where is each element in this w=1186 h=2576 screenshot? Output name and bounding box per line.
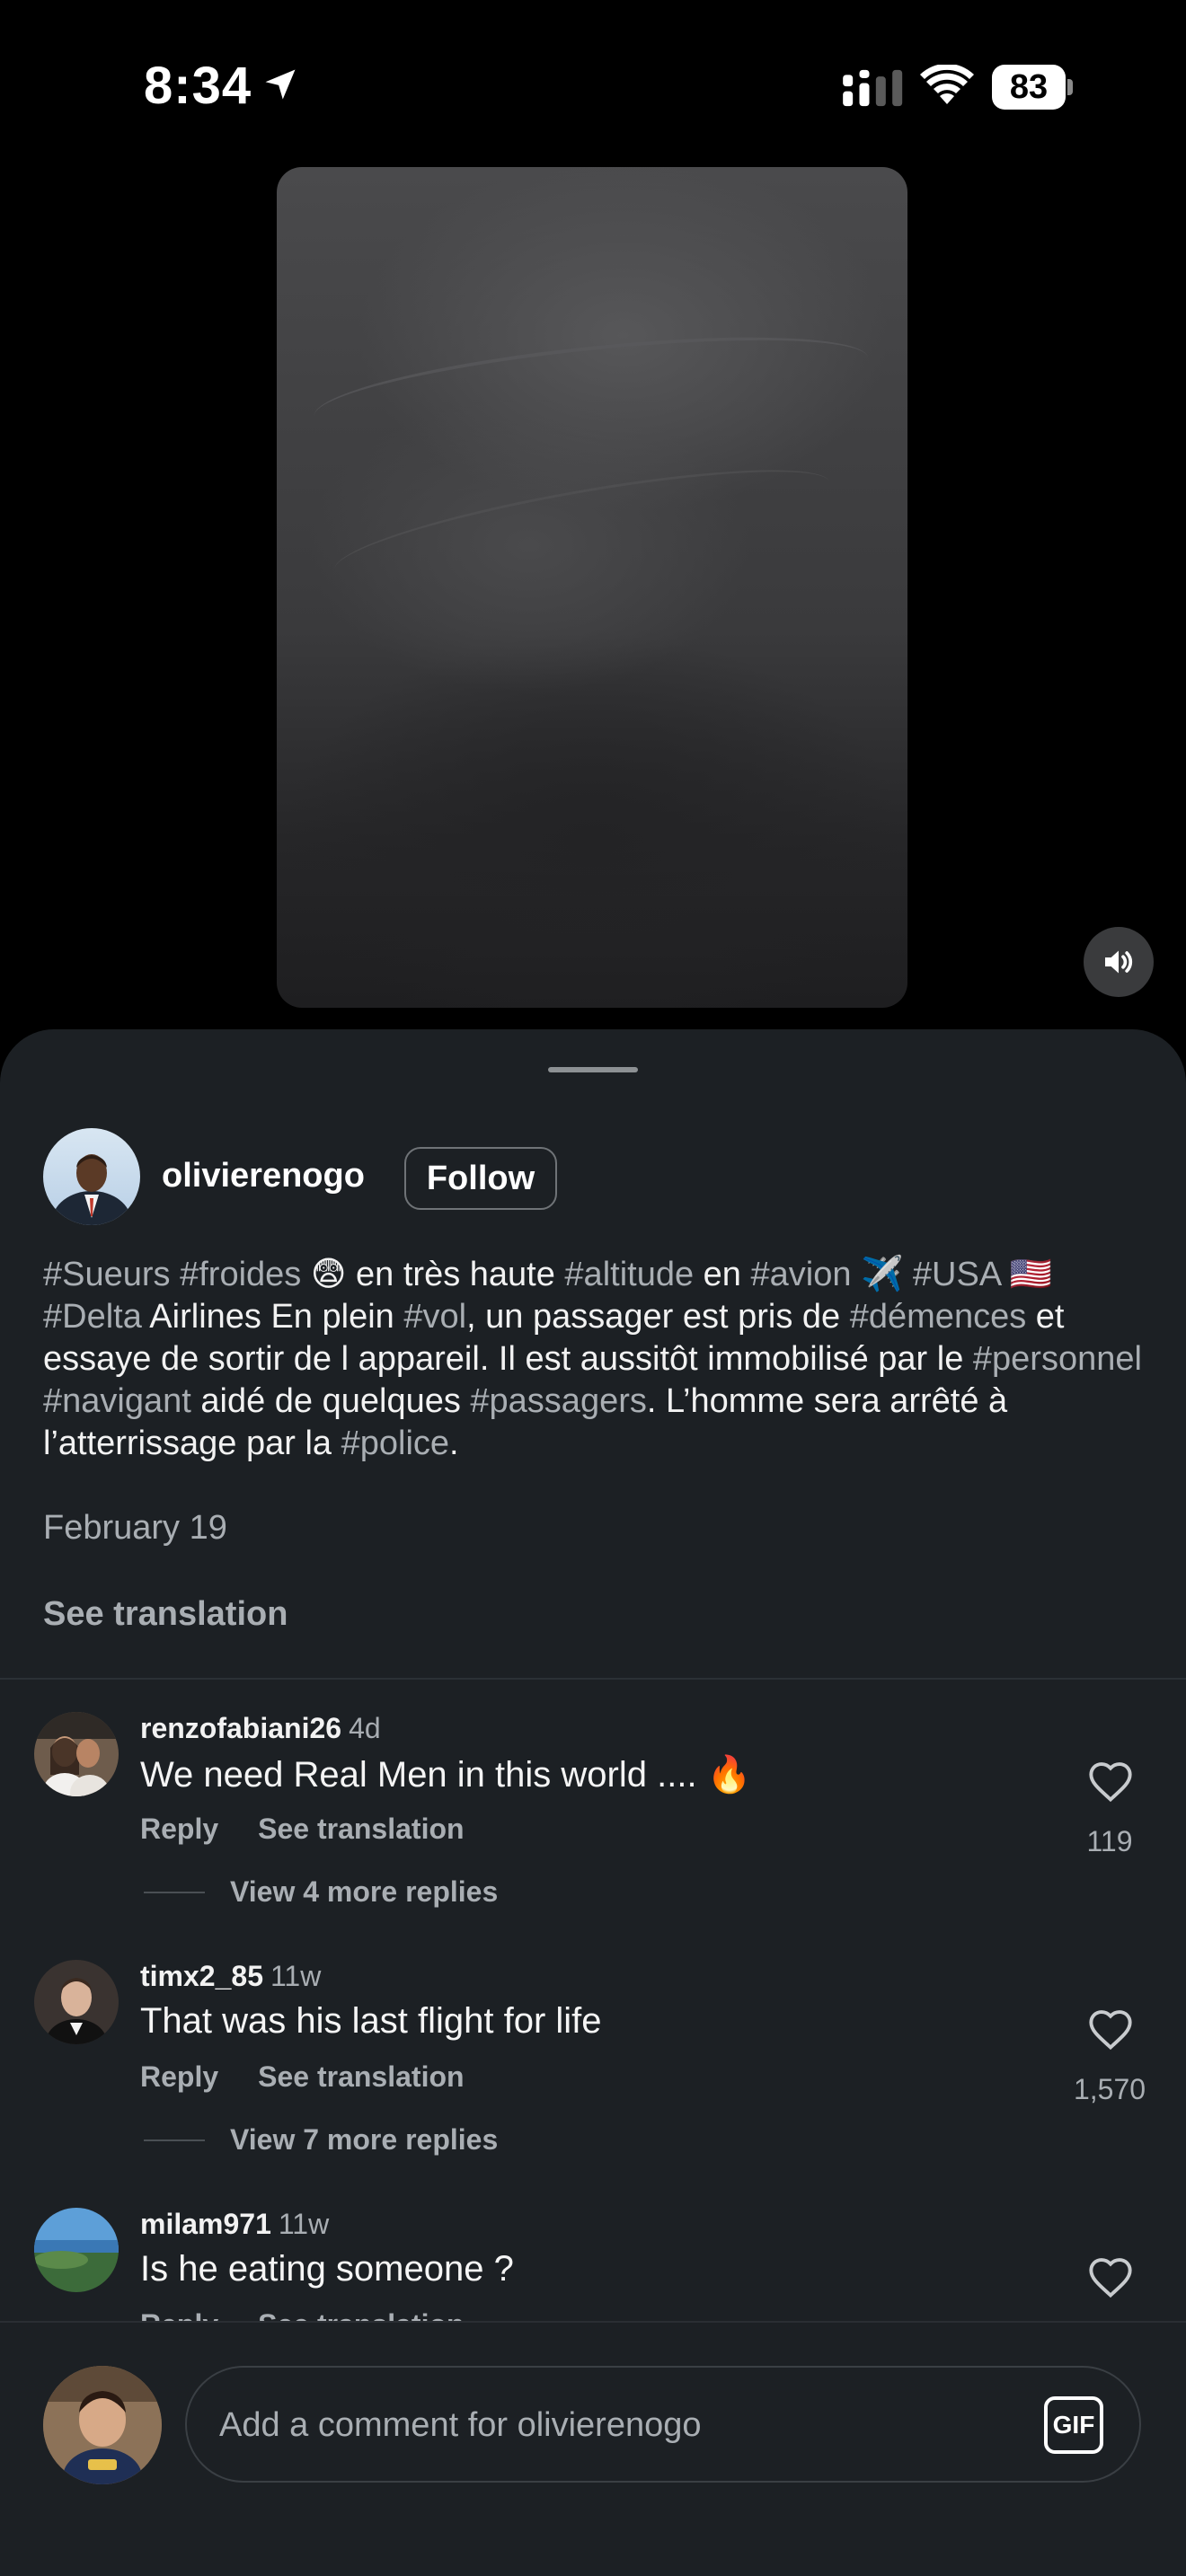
reply-button[interactable]: Reply [140, 2060, 218, 2093]
comment-item: renzofabiani26 4d We need Real Men in thi… [0, 1712, 1186, 1945]
caption-hashtag[interactable]: #froides [180, 1256, 301, 1293]
caption-text: aidé de quelques [190, 1382, 471, 1420]
caption-text [171, 1256, 181, 1293]
caption-hashtag[interactable]: #navigant [43, 1382, 191, 1420]
comment-actions: Reply See translation [140, 2060, 504, 2094]
caption-hashtag[interactable]: #altitude [564, 1256, 694, 1293]
commenter-avatar[interactable] [34, 2208, 119, 2292]
caption-text: , un passager est pris de [466, 1298, 850, 1336]
view-replies-label: View 4 more replies [230, 1875, 499, 1908]
comment-composer: GIF [0, 2321, 1186, 2576]
post-date: February 19 [43, 1509, 227, 1547]
signal-bars-icon [843, 69, 903, 107]
follow-button[interactable]: Follow [404, 1147, 557, 1210]
status-bar: 8:34 83 [0, 0, 1186, 171]
comment-item: timx2_85 11w That was his last flight for… [0, 1960, 1186, 2193]
caption-hashtag[interactable]: #passagers [470, 1382, 646, 1420]
comments-sheet: olivierenogo Follow #Sueurs #froides 😨 e… [0, 1029, 1186, 2576]
caption-text: en [694, 1256, 751, 1293]
commenter-avatar[interactable] [34, 1712, 119, 1796]
caption-hashtag[interactable]: #USA [913, 1256, 1000, 1293]
comment-username[interactable]: renzofabiani26 4d [140, 1712, 381, 1745]
author-avatar[interactable] [43, 1128, 140, 1225]
battery-icon: 83 [992, 65, 1073, 110]
comment-username[interactable]: milam971 11w [140, 2208, 329, 2241]
like-count: 1,570 [1073, 2073, 1146, 2105]
caption-text: 🇺🇸 [1000, 1256, 1052, 1293]
heart-icon[interactable] [1087, 2008, 1134, 2051]
caption-hashtag[interactable]: #Sueurs [43, 1256, 171, 1293]
comment-text: We need Real Men in this world .... 🔥 [140, 1755, 752, 1795]
wifi-icon [920, 65, 974, 104]
caption-text: . [449, 1425, 459, 1462]
comment-text: Is he eating someone ? [140, 2249, 514, 2289]
username-text[interactable]: timx2_85 [140, 1960, 263, 1992]
heart-icon[interactable] [1087, 1760, 1134, 1804]
like-count: 119 [1086, 1825, 1133, 1857]
comment-input-box[interactable]: GIF [185, 2366, 1141, 2483]
view-replies-button[interactable]: View 4 more replies [144, 1875, 498, 1909]
divider [0, 1678, 1186, 1680]
video-texture [328, 446, 836, 606]
video-texture [309, 317, 873, 457]
reel-video[interactable] [277, 167, 907, 1008]
comment-actions: Reply See translation [140, 1813, 504, 1846]
author-username[interactable]: olivierenogo [162, 1157, 365, 1195]
see-translation-link[interactable]: See translation [258, 1813, 464, 1845]
view-replies-button[interactable]: View 7 more replies [144, 2123, 498, 2157]
comment-username[interactable]: timx2_85 11w [140, 1960, 321, 1993]
post-caption: #Sueurs #froides 😨 en très haute #altitu… [43, 1254, 1148, 1465]
caption-text: Airlines En plein [141, 1298, 404, 1336]
username-text[interactable]: renzofabiani26 [140, 1712, 341, 1744]
comment-input[interactable] [219, 2400, 1010, 2450]
view-replies-label: View 7 more replies [230, 2123, 499, 2156]
commenter-avatar[interactable] [34, 1960, 119, 2044]
battery-cap [1067, 79, 1073, 95]
location-arrow-icon [265, 69, 296, 100]
caption-hashtag[interactable]: #avion [750, 1256, 851, 1293]
reply-button[interactable]: Reply [140, 1813, 218, 1845]
heart-icon[interactable] [1087, 2256, 1134, 2299]
my-avatar [43, 2366, 162, 2484]
status-time: 8:34 [144, 57, 252, 115]
caption-text: ✈️ [851, 1256, 913, 1293]
comment-timestamp: 11w [270, 1960, 322, 1992]
caption-hashtag[interactable]: #police [341, 1425, 449, 1462]
replies-line [144, 1891, 205, 1893]
caption-hashtag[interactable]: #Delta [43, 1298, 142, 1336]
username-text[interactable]: milam971 [140, 2208, 271, 2240]
caption-hashtag[interactable]: #personnel [973, 1340, 1142, 1378]
speaker-icon [1105, 950, 1133, 974]
caption-hashtag[interactable]: #démences [850, 1298, 1026, 1336]
replies-line [144, 2139, 205, 2141]
sheet-drag-handle[interactable] [548, 1067, 638, 1072]
see-translation-link[interactable]: See translation [258, 2060, 464, 2093]
gif-button[interactable]: GIF [1044, 2396, 1103, 2454]
battery-level: 83 [1009, 68, 1049, 106]
comment-text: That was his last flight for life [140, 2001, 602, 2041]
comment-timestamp: 11w [278, 2208, 330, 2240]
comment-timestamp: 4d [349, 1712, 381, 1744]
caption-hashtag[interactable]: #vol [403, 1298, 466, 1336]
caption-text: 😨 en très haute [301, 1256, 565, 1293]
see-translation-link[interactable]: See translation [43, 1595, 288, 1634]
sound-toggle-button[interactable] [1084, 927, 1154, 997]
